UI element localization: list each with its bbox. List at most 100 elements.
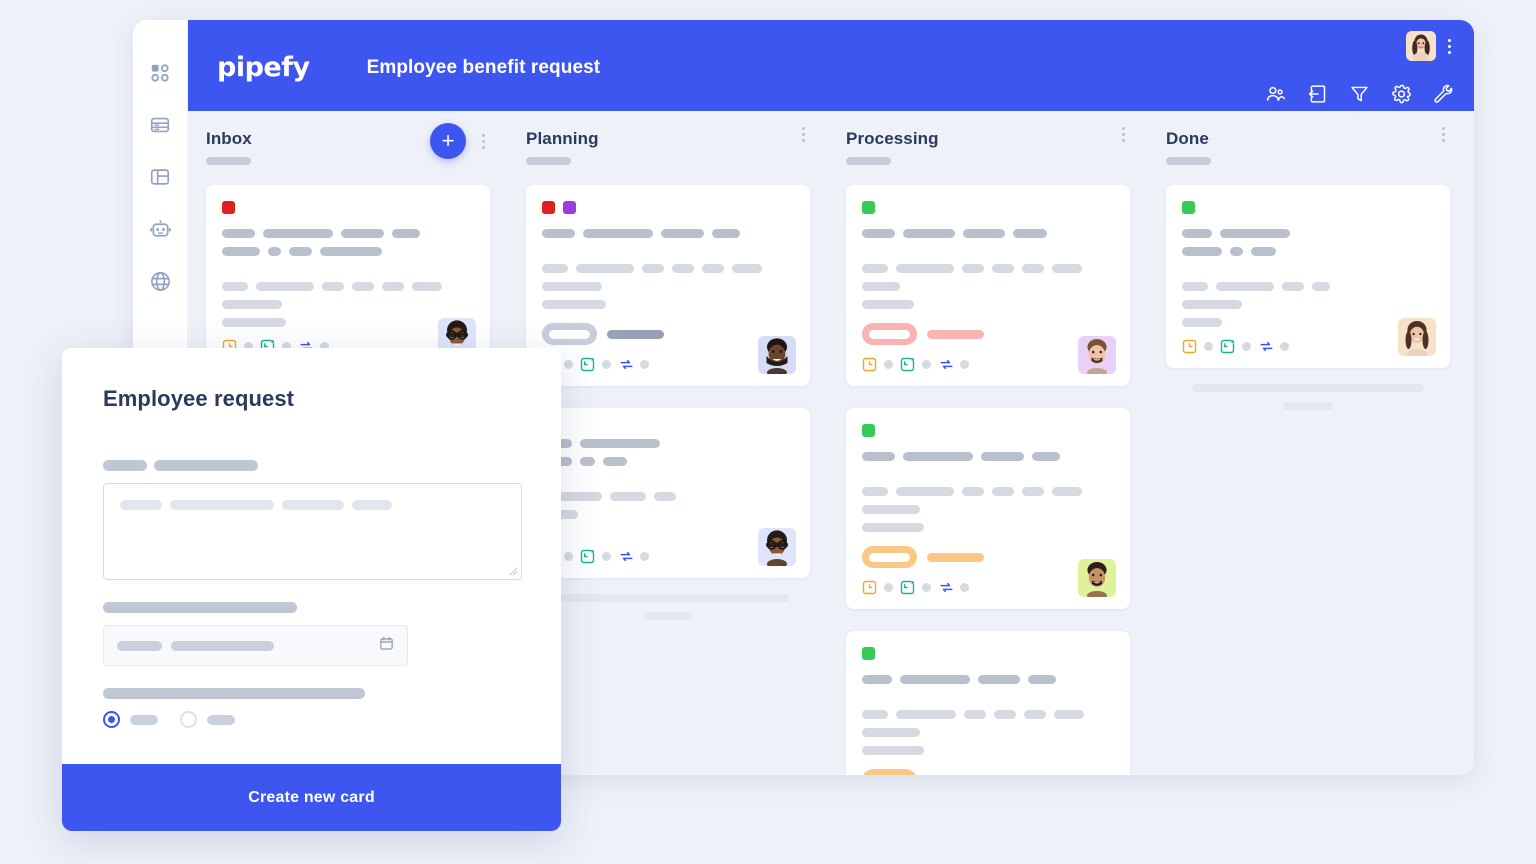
ghost-bar xyxy=(1192,384,1424,392)
card[interactable] xyxy=(846,631,1130,775)
filter-icon[interactable] xyxy=(1349,84,1370,105)
recurrence-sync-icon[interactable] xyxy=(938,580,953,595)
card-footer xyxy=(862,357,1114,372)
sidebar-item-dashboard[interactable] xyxy=(147,60,173,86)
start-date-icon[interactable] xyxy=(900,580,915,595)
sidebar-item-database[interactable] xyxy=(147,112,173,138)
column-subtitle-skeleton xyxy=(846,157,891,165)
radio-group xyxy=(103,711,520,728)
calendar-icon[interactable] xyxy=(379,636,394,656)
column-more-menu[interactable] xyxy=(476,130,490,152)
field-label-skeleton xyxy=(103,602,520,613)
card-footer xyxy=(542,357,794,372)
card-tags xyxy=(542,201,794,214)
ghost-bar xyxy=(644,612,692,620)
card-tags xyxy=(222,201,474,214)
sidebar-item-globe[interactable] xyxy=(147,268,173,294)
column-subtitle-skeleton xyxy=(1166,157,1211,165)
card-skeleton-lines xyxy=(862,452,1114,532)
column-header: Planning xyxy=(508,126,828,185)
status-pill-pink xyxy=(862,323,917,345)
textarea-resize-handle[interactable] xyxy=(509,567,518,576)
footer-dot xyxy=(564,360,573,369)
card[interactable] xyxy=(526,185,810,386)
avatar[interactable] xyxy=(1406,31,1436,61)
footer-dot xyxy=(1242,342,1251,351)
sidebar-item-layout[interactable] xyxy=(147,164,173,190)
card-skeleton-lines xyxy=(1182,229,1434,327)
date-field xyxy=(103,602,520,666)
footer-dot xyxy=(960,360,969,369)
status-pill-bar xyxy=(607,329,664,339)
card-avatar[interactable] xyxy=(758,336,796,374)
footer-dot xyxy=(640,360,649,369)
card-status-pill-row xyxy=(862,546,1114,568)
app-header: pipefy Employee benefit request xyxy=(188,20,1474,111)
start-date-icon[interactable] xyxy=(580,357,595,372)
status-pill-bar xyxy=(927,329,984,339)
header-more-menu[interactable] xyxy=(1442,35,1456,57)
card[interactable] xyxy=(846,185,1130,386)
card-avatar[interactable] xyxy=(1078,559,1116,597)
column-header: Inbox + xyxy=(188,123,508,185)
card-skeleton-lines xyxy=(222,229,474,327)
board-column-processing: Processing xyxy=(828,111,1148,775)
start-date-icon[interactable] xyxy=(900,357,915,372)
card-status-pill-row xyxy=(542,323,794,345)
tag-green xyxy=(862,424,875,437)
card-skeleton-lines xyxy=(862,229,1114,309)
create-new-card-button[interactable]: Create new card xyxy=(62,764,561,831)
recurrence-sync-icon[interactable] xyxy=(938,357,953,372)
due-date-clock-icon[interactable] xyxy=(862,580,877,595)
description-textarea[interactable] xyxy=(103,483,522,580)
date-input[interactable] xyxy=(103,625,408,666)
footer-dot xyxy=(922,583,931,592)
tag-green xyxy=(862,201,875,214)
ghost-bar xyxy=(548,594,788,602)
footer-dot xyxy=(960,583,969,592)
card[interactable] xyxy=(1166,185,1450,368)
add-card-button[interactable]: + xyxy=(430,123,466,159)
column-subtitle-skeleton xyxy=(206,157,251,165)
due-date-clock-icon[interactable] xyxy=(862,357,877,372)
recurrence-sync-icon[interactable] xyxy=(1258,339,1273,354)
card-avatar[interactable] xyxy=(1078,336,1116,374)
members-icon[interactable] xyxy=(1265,84,1286,105)
column-title: Planning xyxy=(526,129,599,148)
sidebar-item-automations-robot[interactable] xyxy=(147,216,173,242)
status-pill-orange xyxy=(862,546,917,568)
start-date-icon[interactable] xyxy=(580,549,595,564)
settings-gear-icon[interactable] xyxy=(1391,84,1412,105)
card-skeleton-lines xyxy=(542,229,794,309)
radio-option-2[interactable] xyxy=(180,711,197,728)
column-more-menu[interactable] xyxy=(1436,123,1450,145)
due-date-clock-icon[interactable] xyxy=(1182,339,1197,354)
footer-dot xyxy=(1204,342,1213,351)
column-ghost-skeletons xyxy=(1148,368,1468,410)
footer-dot xyxy=(564,552,573,561)
tag-red xyxy=(222,201,235,214)
create-card-modal: Employee request Create new card xyxy=(62,348,561,831)
radio-option-1[interactable] xyxy=(103,711,120,728)
card[interactable] xyxy=(526,408,810,578)
recurrence-sync-icon[interactable] xyxy=(618,357,633,372)
column-title: Inbox xyxy=(206,129,252,148)
column-more-menu[interactable] xyxy=(796,123,810,145)
recurrence-sync-icon[interactable] xyxy=(618,549,633,564)
card-tags xyxy=(862,201,1114,214)
column-more-menu[interactable] xyxy=(1116,123,1130,145)
card-avatar[interactable] xyxy=(758,528,796,566)
start-date-icon[interactable] xyxy=(1220,339,1235,354)
card-footer xyxy=(862,580,1114,595)
card-avatar[interactable] xyxy=(1398,318,1436,356)
footer-dot xyxy=(602,360,611,369)
tag-purple xyxy=(563,201,576,214)
card-status-pill-row xyxy=(862,323,1114,345)
card[interactable] xyxy=(846,408,1130,609)
tools-wrench-icon[interactable] xyxy=(1433,84,1454,105)
tag-green xyxy=(1182,201,1195,214)
status-pill-orange xyxy=(862,769,917,775)
radio-label-skeleton xyxy=(207,714,235,725)
card[interactable] xyxy=(206,185,490,368)
import-icon[interactable] xyxy=(1307,84,1328,105)
